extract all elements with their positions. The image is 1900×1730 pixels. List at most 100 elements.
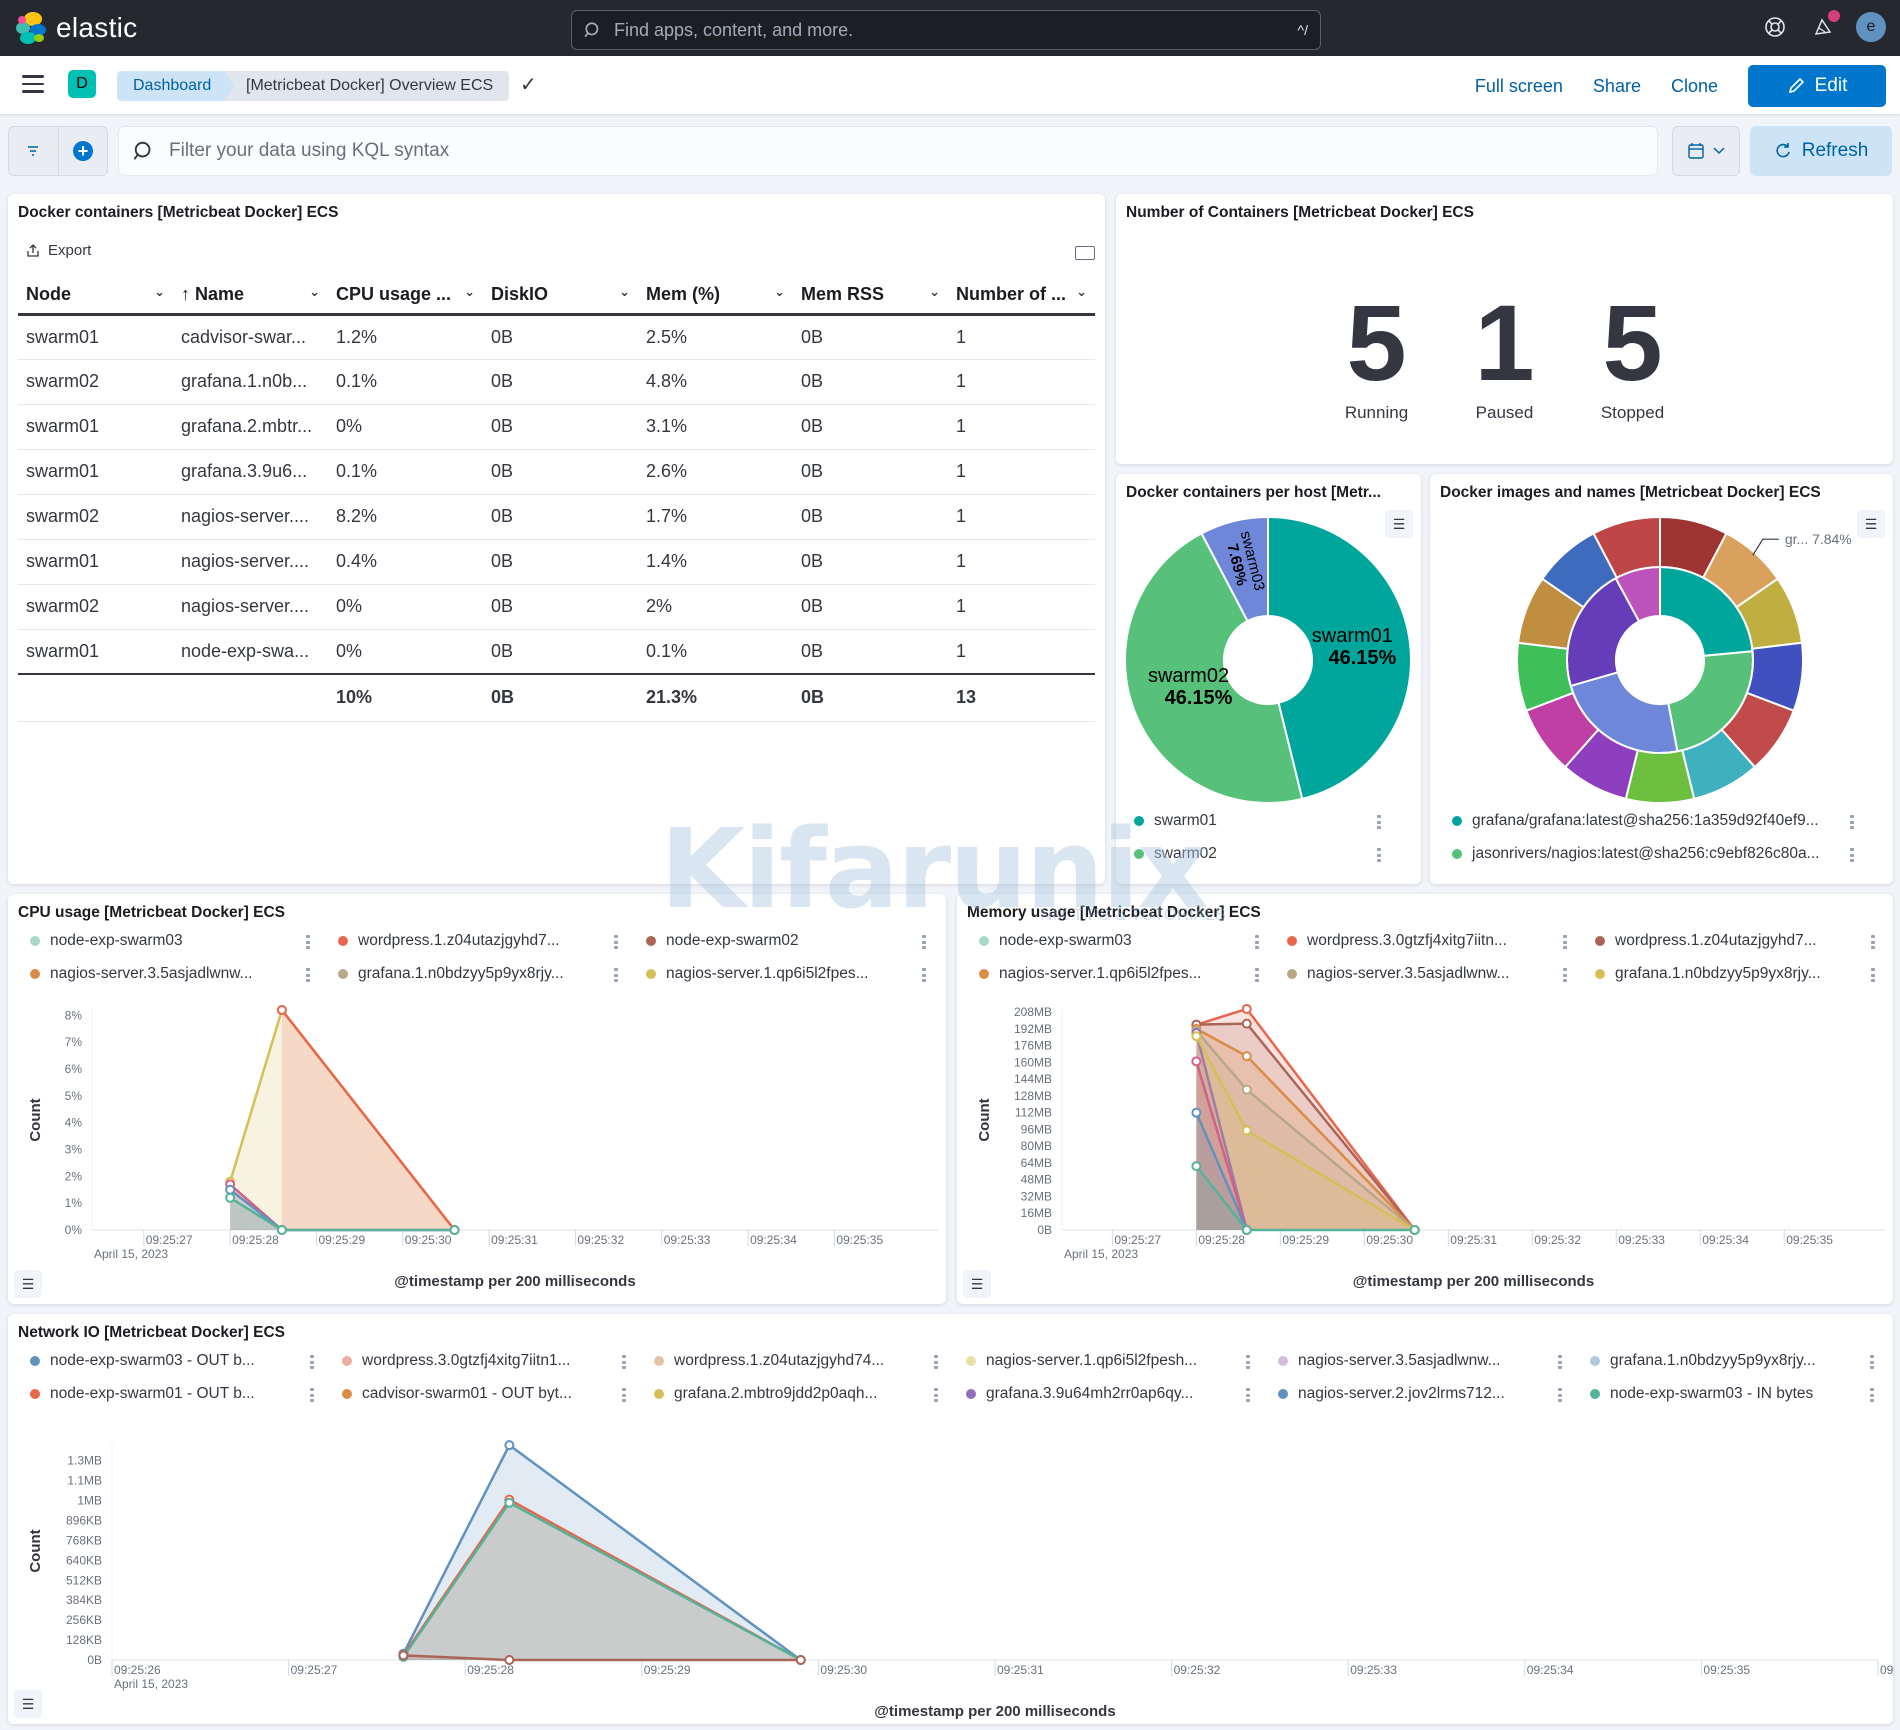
legend-item-menu-icon[interactable] [1246, 1355, 1250, 1369]
legend-item-menu-icon[interactable] [1850, 815, 1854, 829]
series-point[interactable] [398, 1650, 409, 1661]
menu-toggle-icon[interactable] [22, 75, 44, 93]
column-header[interactable]: Node ⌄ [18, 276, 173, 316]
legend-item-menu-icon[interactable] [1377, 848, 1381, 862]
legend-item[interactable]: node-exp-swarm01 - OUT b... [30, 1385, 255, 1403]
series-point[interactable] [1409, 1225, 1420, 1235]
legend-item-menu-icon[interactable] [1246, 1388, 1250, 1402]
series-point[interactable] [225, 1192, 236, 1203]
legend-toggle-icon[interactable]: ☰ [14, 1270, 42, 1298]
column-header[interactable]: Mem RSS ⌄ [793, 276, 948, 316]
series-point[interactable] [1191, 1031, 1202, 1042]
legend-item[interactable]: wordpress.1.z04utazjgyhd7... [1595, 932, 1817, 950]
series-point[interactable] [1241, 1003, 1252, 1014]
legend-item-menu-icon[interactable] [1871, 968, 1875, 982]
legend-item[interactable]: grafana.1.n0bdzyy5p9yx8rjy... [1590, 1352, 1816, 1370]
chevron-down-icon[interactable]: ⌄ [464, 284, 475, 300]
date-picker-button[interactable] [1672, 126, 1740, 176]
series-point[interactable] [504, 1655, 515, 1665]
column-header[interactable]: ↑ Name ⌄ [173, 276, 328, 316]
legend-item[interactable]: grafana.1.n0bdzyy5p9yx8rjy... [338, 965, 564, 983]
series-point[interactable] [1241, 1018, 1252, 1029]
newsfeed-icon[interactable] [1808, 10, 1840, 42]
legend-item-menu-icon[interactable] [934, 1355, 938, 1369]
global-search-input[interactable]: Find apps, content, and more. ^/ [571, 10, 1321, 50]
column-header[interactable]: CPU usage ... ⌄ [328, 276, 483, 316]
chevron-down-icon[interactable]: ⌄ [774, 284, 785, 300]
series-point[interactable] [449, 1225, 460, 1235]
column-header[interactable]: Mem (%) ⌄ [638, 276, 793, 316]
column-header[interactable]: Number of ... ⌄ [948, 276, 1095, 316]
legend-item[interactable]: grafana.2.mbtro9jdd2p0aqh... [654, 1385, 877, 1403]
legend-item-menu-icon[interactable] [1563, 935, 1567, 949]
chevron-down-icon[interactable]: ⌄ [619, 284, 630, 300]
legend-item[interactable]: grafana/grafana:latest@sha256:1a359d92f4… [1452, 812, 1819, 830]
series-point[interactable] [1191, 1107, 1202, 1118]
legend-item[interactable]: swarm01 [1134, 812, 1217, 830]
legend-item[interactable]: nagios-server.2.jov2lrms712... [1278, 1385, 1505, 1403]
legend-item-menu-icon[interactable] [1870, 1388, 1874, 1402]
legend-item[interactable]: nagios-server.1.qp6i5l2fpes... [979, 965, 1201, 983]
legend-item-menu-icon[interactable] [1255, 935, 1259, 949]
legend-item[interactable]: swarm02 [1134, 845, 1217, 863]
chevron-down-icon[interactable]: ⌄ [929, 284, 940, 300]
legend-item[interactable]: nagios-server.1.qp6i5l2fpes... [646, 965, 868, 983]
keyboard-shortcuts-icon[interactable] [1075, 246, 1095, 260]
legend-item-menu-icon[interactable] [1255, 968, 1259, 982]
edit-button[interactable]: Edit [1748, 65, 1886, 107]
series-point[interactable] [225, 1184, 236, 1195]
chevron-down-icon[interactable]: ⌄ [154, 284, 165, 300]
legend-item[interactable]: grafana.3.9u64mh2rr0ap6qy... [966, 1385, 1193, 1403]
series-point[interactable] [1241, 1125, 1252, 1136]
legend-item[interactable]: nagios-server.1.qp6i5l2fpesh... [966, 1352, 1197, 1370]
legend-item[interactable]: nagios-server.3.5asjadlwnw... [1278, 1352, 1500, 1370]
legend-toggle-icon[interactable]: ☰ [14, 1690, 42, 1718]
add-filter-button[interactable]: + [57, 127, 107, 175]
legend-item[interactable]: node-exp-swarm03 [979, 932, 1132, 950]
export-button[interactable]: Export [26, 242, 91, 259]
legend-item[interactable]: wordpress.3.0gtzfj4xitg7iitn... [1287, 932, 1507, 950]
series-point[interactable] [1241, 1225, 1252, 1235]
legend-item[interactable]: jasonrivers/nagios:latest@sha256:c9ebf82… [1452, 845, 1819, 863]
clone-button[interactable]: Clone [1671, 76, 1718, 97]
legend-item-menu-icon[interactable] [1563, 968, 1567, 982]
series-point[interactable] [1191, 1056, 1202, 1067]
legend-item-menu-icon[interactable] [622, 1355, 626, 1369]
legend-item-menu-icon[interactable] [1377, 815, 1381, 829]
space-avatar[interactable]: D [68, 70, 96, 98]
legend-item[interactable]: nagios-server.3.5asjadlwnw... [30, 965, 252, 983]
chevron-down-icon[interactable]: ⌄ [1076, 284, 1087, 300]
series-point[interactable] [276, 1225, 287, 1235]
kql-search-input[interactable]: Filter your data using KQL syntax [118, 126, 1658, 176]
series-point[interactable] [504, 1440, 515, 1451]
chevron-down-icon[interactable]: ⌄ [309, 284, 320, 300]
legend-item-menu-icon[interactable] [1871, 935, 1875, 949]
filter-options-button[interactable] [9, 127, 58, 175]
refresh-button[interactable]: Refresh [1750, 126, 1892, 176]
legend-item[interactable]: wordpress.1.z04utazjgyhd7... [338, 932, 560, 950]
legend-item-menu-icon[interactable] [306, 968, 310, 982]
legend-item-menu-icon[interactable] [310, 1355, 314, 1369]
legend-item-menu-icon[interactable] [1558, 1388, 1562, 1402]
legend-item-menu-icon[interactable] [614, 935, 618, 949]
legend-item[interactable]: grafana.1.n0bdzyy5p9yx8rjy... [1595, 965, 1821, 983]
legend-item-menu-icon[interactable] [306, 935, 310, 949]
legend-item[interactable]: node-exp-swarm03 [30, 932, 183, 950]
legend-item-menu-icon[interactable] [1870, 1355, 1874, 1369]
breadcrumb-dashboard[interactable]: Dashboard [117, 71, 238, 101]
legend-item[interactable]: wordpress.1.z04utazjgyhd74... [654, 1352, 884, 1370]
user-avatar[interactable]: e [1856, 12, 1886, 42]
full-screen-button[interactable]: Full screen [1475, 76, 1563, 97]
legend-toggle-icon[interactable]: ☰ [963, 1270, 991, 1298]
legend-item-menu-icon[interactable] [622, 1388, 626, 1402]
series-point[interactable] [1241, 1051, 1252, 1062]
legend-item[interactable]: wordpress.3.0gtzfj4xitg7iitn1... [342, 1352, 571, 1370]
legend-item[interactable]: node-exp-swarm02 [646, 932, 799, 950]
column-header[interactable]: DiskIO ⌄ [483, 276, 638, 316]
share-button[interactable]: Share [1593, 76, 1641, 97]
series-point[interactable] [504, 1497, 515, 1508]
series-point[interactable] [1241, 1084, 1252, 1095]
series-point[interactable] [795, 1655, 806, 1665]
elastic-logo[interactable]: elastic [16, 12, 137, 44]
legend-item-menu-icon[interactable] [1558, 1355, 1562, 1369]
